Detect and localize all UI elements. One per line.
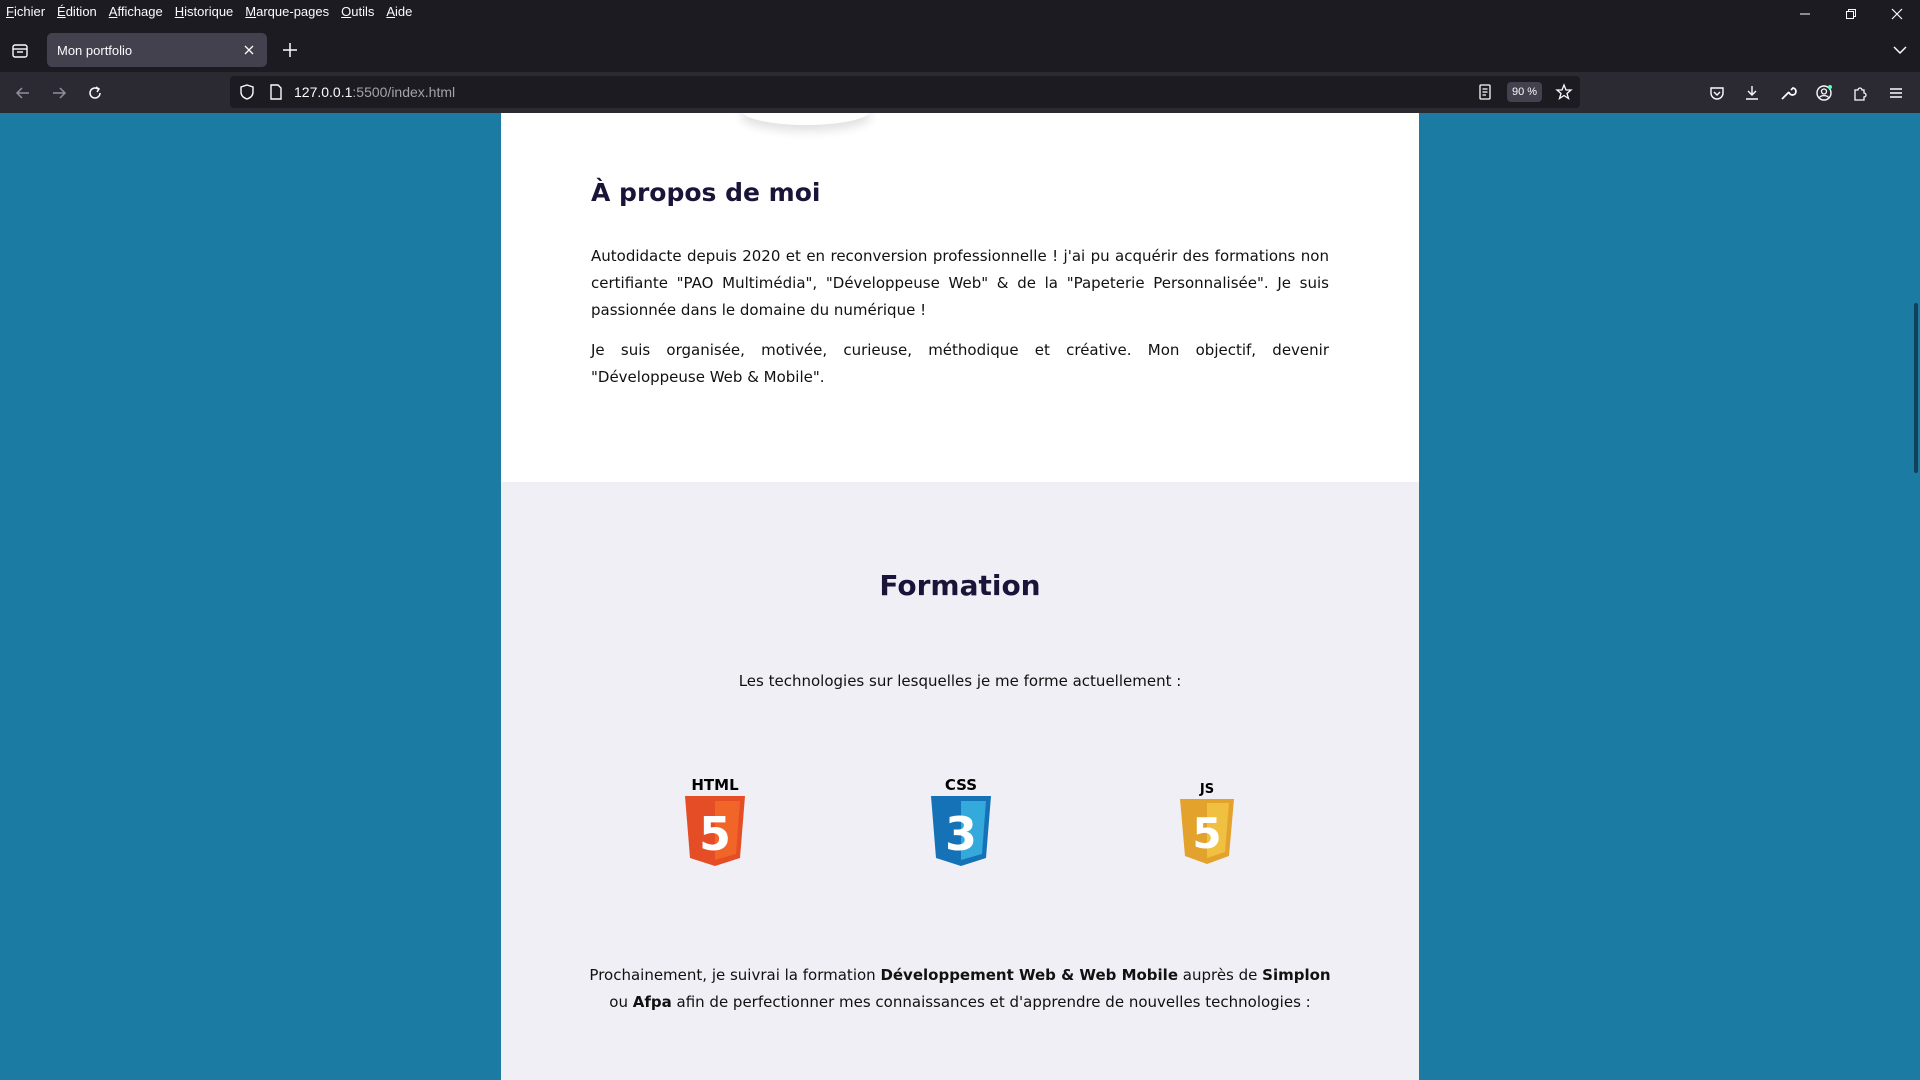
- minimize-icon: [1800, 13, 1810, 15]
- puzzle-icon: [1854, 87, 1867, 101]
- menu-fichier[interactable]: Fichier: [6, 4, 45, 19]
- restore-icon: [1846, 9, 1856, 19]
- about-paragraph-2: Je suis organisée, motivée, curieuse, mé…: [591, 341, 1329, 386]
- wrench-icon: [1781, 87, 1797, 100]
- pocket-icon: [1710, 87, 1724, 100]
- arrow-right-icon: [53, 87, 67, 99]
- html5-label: HTML: [691, 776, 739, 794]
- arrow-left-icon: [15, 87, 29, 99]
- css3-icon: CSS 3: [931, 776, 991, 866]
- html5-digit: 5: [699, 807, 731, 861]
- css3-logo: CSS 3: [921, 772, 1001, 872]
- html5-logo: HTML 5: [675, 772, 755, 872]
- close-icon: [1891, 8, 1903, 20]
- menu-aide[interactable]: Aide: [386, 4, 412, 19]
- reader-view-icon[interactable]: [1476, 83, 1494, 101]
- tab-title: Mon portfolio: [57, 42, 133, 58]
- plus-icon: [283, 43, 297, 57]
- restore-button[interactable]: [1828, 0, 1874, 28]
- close-window-button[interactable]: [1874, 0, 1920, 28]
- css3-digit: 3: [945, 807, 977, 861]
- js-digit: 5: [1192, 809, 1221, 858]
- downloads-button[interactable]: [1739, 80, 1765, 106]
- about-paragraph-1: Autodidacte depuis 2020 et en reconversi…: [591, 247, 1329, 319]
- js-label: JS: [1199, 782, 1214, 797]
- portfolio-page: À propos de moi Autodidacte depuis 2020 …: [501, 113, 1419, 1080]
- menu-edition[interactable]: Édition: [57, 4, 97, 19]
- about-title: À propos de moi: [591, 178, 821, 207]
- account-button[interactable]: [1811, 80, 1837, 106]
- tab-mon-portfolio[interactable]: Mon portfolio: [47, 33, 267, 67]
- back-button[interactable]: [10, 80, 36, 106]
- hamburger-icon: [1890, 88, 1902, 98]
- chevron-down-icon: [1893, 46, 1907, 55]
- tab-bar: Mon portfolio: [0, 28, 1920, 72]
- zoom-level-button[interactable]: 90 %: [1507, 82, 1543, 102]
- scrollbar-thumb[interactable]: [1914, 303, 1918, 473]
- minimize-button[interactable]: [1782, 0, 1828, 28]
- js-logo: JS 5: [1167, 772, 1247, 872]
- menu-button[interactable]: [1883, 80, 1909, 106]
- reload-button[interactable]: [82, 80, 108, 106]
- formation-next-paragraph: Prochainement, je suivrai la formation D…: [589, 966, 1331, 1011]
- menu-marque-pages[interactable]: Marque-pages: [245, 4, 329, 19]
- menu-outils[interactable]: Outils: [341, 4, 374, 19]
- tab-close-icon[interactable]: [241, 42, 257, 58]
- css3-label: CSS: [945, 776, 977, 794]
- dev-tools-button[interactable]: [1775, 80, 1801, 106]
- profile-photo-shadow: [741, 113, 871, 125]
- menu-historique[interactable]: Historique: [175, 4, 234, 19]
- pocket-button[interactable]: [1704, 80, 1730, 106]
- download-icon: [1746, 86, 1758, 100]
- formation-lead: Les technologies sur lesquelles je me fo…: [738, 672, 1182, 690]
- page-icon[interactable]: [267, 83, 285, 101]
- formation-title: Formation: [879, 569, 1041, 602]
- page-viewport: À propos de moi Autodidacte depuis 2020 …: [0, 113, 1920, 1080]
- html5-icon: HTML 5: [685, 776, 745, 866]
- account-icon: [1816, 85, 1832, 101]
- menu-bar: Fichier Édition Affichage Historique Mar…: [0, 0, 1920, 22]
- forward-button[interactable]: [46, 80, 72, 106]
- new-tab-button[interactable]: [280, 40, 300, 60]
- formation-section: Formation Les technologies sur lesquelle…: [501, 482, 1419, 1080]
- url-text[interactable]: 127.0.0.1:5500/index.html: [294, 84, 455, 100]
- navigation-bar: 127.0.0.1:5500/index.html 90 %: [0, 72, 1920, 113]
- url-bar[interactable]: 127.0.0.1:5500/index.html 90 %: [230, 76, 1580, 108]
- extensions-button[interactable]: [1847, 80, 1873, 106]
- bookmark-star-icon[interactable]: [1555, 83, 1573, 101]
- shield-icon[interactable]: [238, 83, 256, 101]
- firefox-view-icon: [12, 44, 28, 58]
- js-icon: JS 5: [1180, 782, 1234, 864]
- menu-affichage[interactable]: Affichage: [109, 4, 163, 19]
- list-tabs-button[interactable]: [1890, 40, 1910, 60]
- about-section: À propos de moi Autodidacte depuis 2020 …: [501, 113, 1419, 482]
- reload-icon: [89, 86, 101, 99]
- firefox-view-button[interactable]: [10, 41, 30, 61]
